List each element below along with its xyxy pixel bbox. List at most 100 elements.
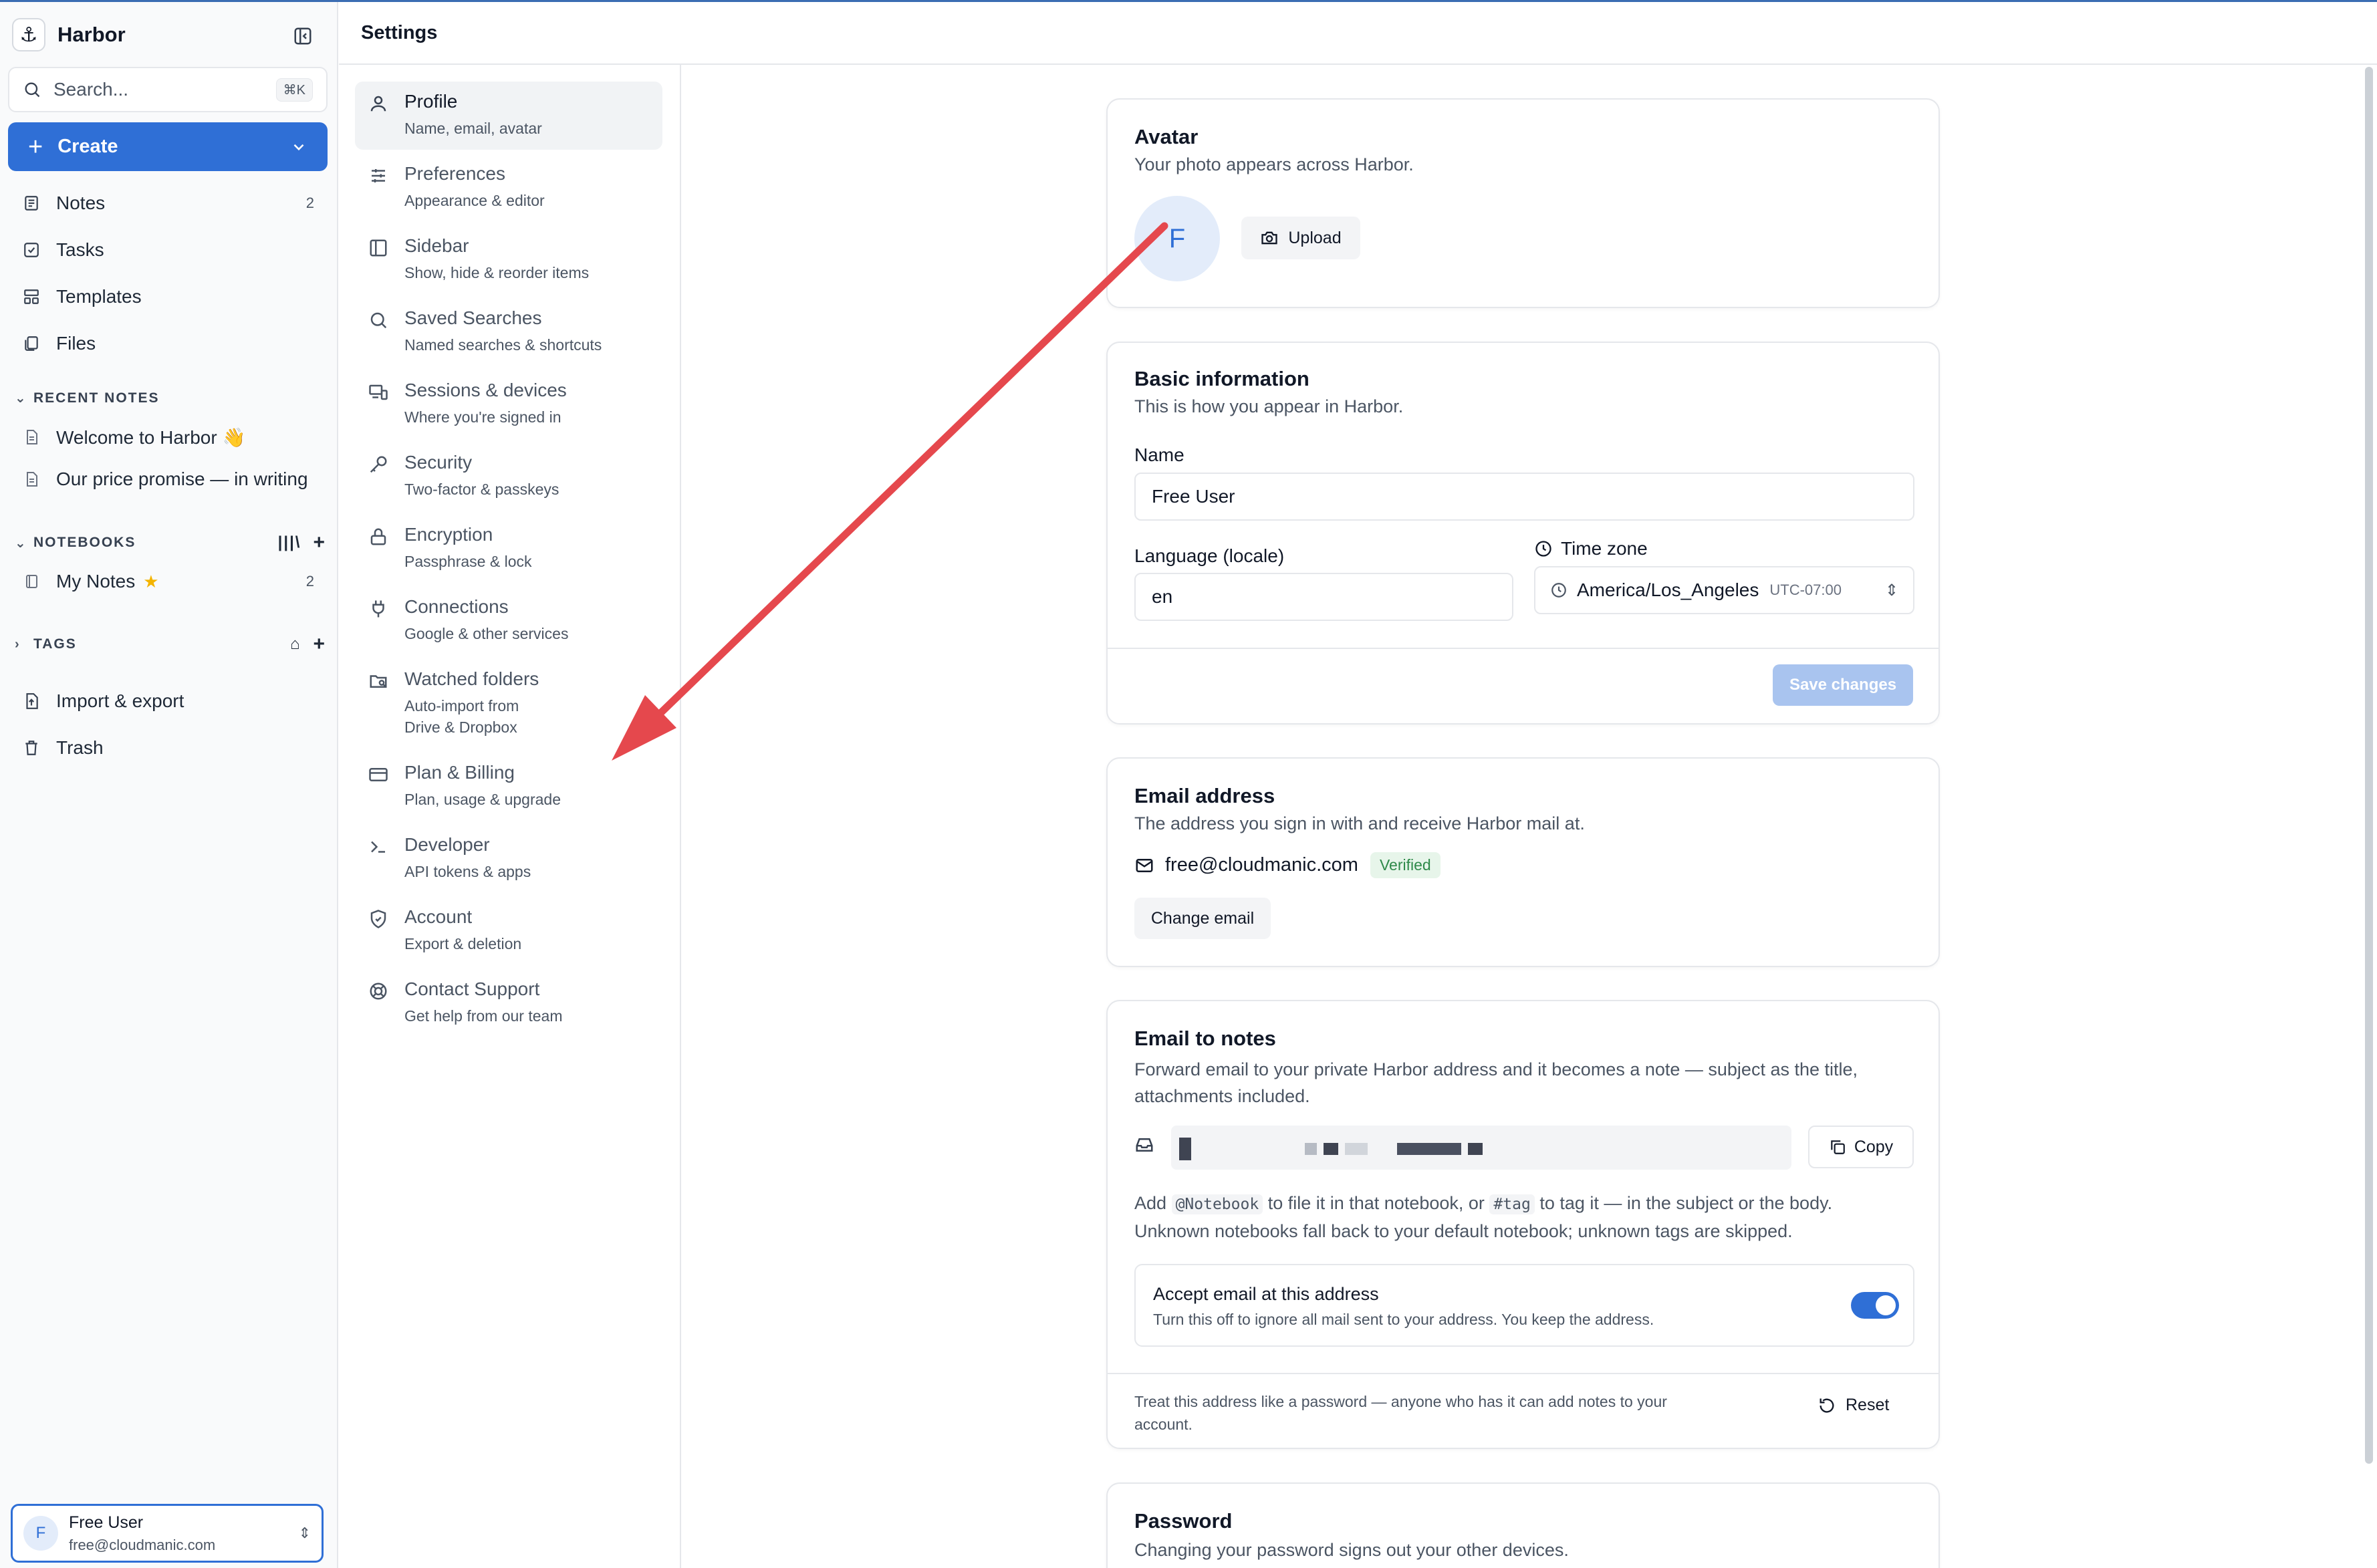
document-icon — [21, 469, 41, 489]
sidebar-item-files[interactable]: Files — [8, 323, 328, 364]
sidebar-item-tasks[interactable]: Tasks — [8, 229, 328, 271]
card-icon — [369, 768, 388, 781]
copy-icon — [1831, 1140, 1845, 1154]
settings-tab-sessions[interactable]: Sessions & devices Where you're signed i… — [355, 370, 662, 438]
settings-tab-sub: Google & other services — [404, 625, 569, 642]
upload-button[interactable]: Upload — [1241, 217, 1360, 259]
brand[interactable]: ⚓ Harbor — [12, 18, 126, 51]
settings-tab-sidebar[interactable]: Sidebar Show, hide & reorder items — [355, 226, 662, 294]
save-changes-button[interactable]: Save changes — [1773, 664, 1913, 706]
chevron-down-icon[interactable] — [290, 138, 307, 156]
settings-tab-label: Security — [404, 452, 473, 473]
settings-tab-label: Watched folders — [404, 668, 539, 689]
add-notebook-icon[interactable]: + — [313, 531, 326, 554]
clock-icon — [1551, 583, 1566, 598]
sidebar-item-label: Templates — [56, 286, 142, 307]
settings-tab-security[interactable]: Security Two-factor & passkeys — [355, 442, 662, 511]
card-description: Forward email to your private Harbor add… — [1134, 1056, 1858, 1109]
notebook-icon — [21, 571, 41, 592]
sidebar-item-trash[interactable]: Trash — [8, 727, 328, 769]
settings-tab-sub: Appearance & editor — [404, 192, 545, 209]
settings-tab-preferences[interactable]: Preferences Appearance & editor — [355, 154, 662, 222]
footer-line: Treat this address like a password — any… — [1134, 1393, 1667, 1410]
settings-tab-developer[interactable]: Developer API tokens & apps — [355, 825, 662, 893]
scrollbar[interactable] — [2365, 67, 2373, 1464]
settings-tab-sub: Named searches & shortcuts — [404, 336, 602, 354]
folder-search-icon — [370, 675, 387, 688]
card-description: Your photo appears across Harbor. — [1134, 154, 1414, 174]
timezone-label: Time zone — [1561, 538, 1648, 559]
redacted-address — [1179, 1138, 1483, 1160]
lock-icon — [370, 528, 386, 545]
sidebar-item-import-export[interactable]: Import & export — [8, 680, 328, 722]
settings-tab-sub: Get help from our team — [404, 1007, 563, 1025]
settings-tab-profile[interactable]: Profile Name, email, avatar — [355, 82, 662, 150]
tag-help-text: Add @Notebook to file it in that noteboo… — [1134, 1190, 1832, 1245]
private-address-field[interactable] — [1171, 1126, 1791, 1170]
copy-button[interactable]: Copy — [1808, 1126, 1914, 1168]
terminal-icon — [371, 841, 385, 853]
settings-tab-label: Sessions & devices — [404, 380, 567, 400]
card-divider — [1108, 648, 1938, 649]
footer-note: Treat this address like a password — any… — [1134, 1390, 1667, 1436]
timezone-select[interactable]: America/Los_Angeles UTC-07:00 ⇕ — [1534, 566, 1914, 614]
chevron-down-icon: ⌄ — [15, 391, 27, 406]
settings-tab-label: Plan & Billing — [404, 762, 515, 783]
settings-tab-connections[interactable]: Connections Google & other services — [355, 587, 662, 655]
accept-email-setting: Accept email at this address Turn this o… — [1134, 1264, 1914, 1347]
add-tag-icon[interactable]: + — [313, 633, 326, 656]
tags-section[interactable]: › TAGS ⌂ + — [15, 633, 326, 656]
password-card: Password Changing your password signs ou… — [1106, 1482, 1940, 1568]
settings-tab-contact-support[interactable]: Contact Support Get help from our team — [355, 969, 662, 1037]
email-address-card: Email address The address you sign in wi… — [1106, 757, 1940, 967]
key-icon — [370, 456, 387, 473]
settings-tab-label: Contact Support — [404, 978, 540, 999]
settings-tab-sub: Plan, usage & upgrade — [404, 791, 561, 808]
reset-button[interactable]: Reset — [1818, 1396, 1889, 1415]
sidebar-item-templates[interactable]: Templates — [8, 276, 328, 317]
create-button[interactable]: + Create — [8, 122, 328, 171]
tags-icon[interactable]: ⌂ — [290, 635, 301, 654]
document-icon — [21, 427, 41, 447]
user-name: Free User — [69, 1513, 144, 1532]
search-input[interactable]: Search... ⌘K — [8, 67, 328, 112]
recent-notes-section[interactable]: ⌄ RECENT NOTES — [15, 390, 326, 406]
verified-badge: Verified — [1370, 852, 1441, 878]
library-icon[interactable]: |||\ — [278, 533, 301, 552]
settings-tab-plan-billing[interactable]: Plan & Billing Plan, usage & upgrade — [355, 753, 662, 821]
settings-tab-watched-folders[interactable]: Watched folders Auto-import from Drive & … — [355, 659, 662, 751]
count-badge: 2 — [305, 194, 314, 211]
lifebuoy-icon — [370, 983, 387, 1000]
import-icon — [21, 691, 41, 711]
settings-tab-saved-searches[interactable]: Saved Searches Named searches & shortcut… — [355, 298, 662, 366]
sidebar-item-notes[interactable]: Notes 2 — [8, 182, 328, 224]
language-field[interactable]: en — [1134, 573, 1513, 621]
settings-tab-account[interactable]: Account Export & deletion — [355, 897, 662, 965]
recent-note-item[interactable]: Welcome to Harbor 👋 — [8, 416, 328, 458]
collapse-sidebar-button[interactable] — [289, 22, 317, 50]
page-header: Settings — [339, 2, 2377, 65]
devices-icon — [369, 384, 388, 400]
card-description: The address you sign in with and receive… — [1134, 813, 1585, 833]
accept-email-toggle[interactable] — [1851, 1292, 1899, 1319]
recent-note-item[interactable]: Our price promise — in writing — [8, 459, 328, 500]
notebooks-section[interactable]: ⌄ NOTEBOOKS |||\ + — [15, 531, 326, 554]
notebook-item[interactable]: My Notes ★ 2 — [8, 561, 328, 602]
search-shortcut: ⌘K — [275, 78, 313, 102]
files-icon — [21, 334, 41, 354]
account-switcher[interactable]: F Free User free@cloudmanic.com ⇕ — [11, 1504, 324, 1563]
mail-icon — [1136, 858, 1153, 872]
clock-icon — [1535, 541, 1551, 557]
name-field[interactable]: Free User — [1134, 473, 1914, 521]
chevron-updown-icon: ⇕ — [1884, 581, 1898, 600]
app-name: Harbor — [57, 23, 126, 46]
card-title: Basic information — [1134, 367, 1309, 390]
setting-description: Turn this off to ignore all mail sent to… — [1153, 1311, 1654, 1328]
settings-tab-label: Saved Searches — [404, 307, 542, 328]
chevron-right-icon: › — [15, 636, 21, 652]
change-email-button[interactable]: Change email — [1134, 898, 1271, 939]
email-value: free@cloudmanic.com — [1165, 854, 1358, 876]
sidebar-collapse-icon — [294, 27, 311, 45]
sidebar-item-label: Notes — [56, 192, 106, 213]
settings-tab-encryption[interactable]: Encryption Passphrase & lock — [355, 515, 662, 583]
